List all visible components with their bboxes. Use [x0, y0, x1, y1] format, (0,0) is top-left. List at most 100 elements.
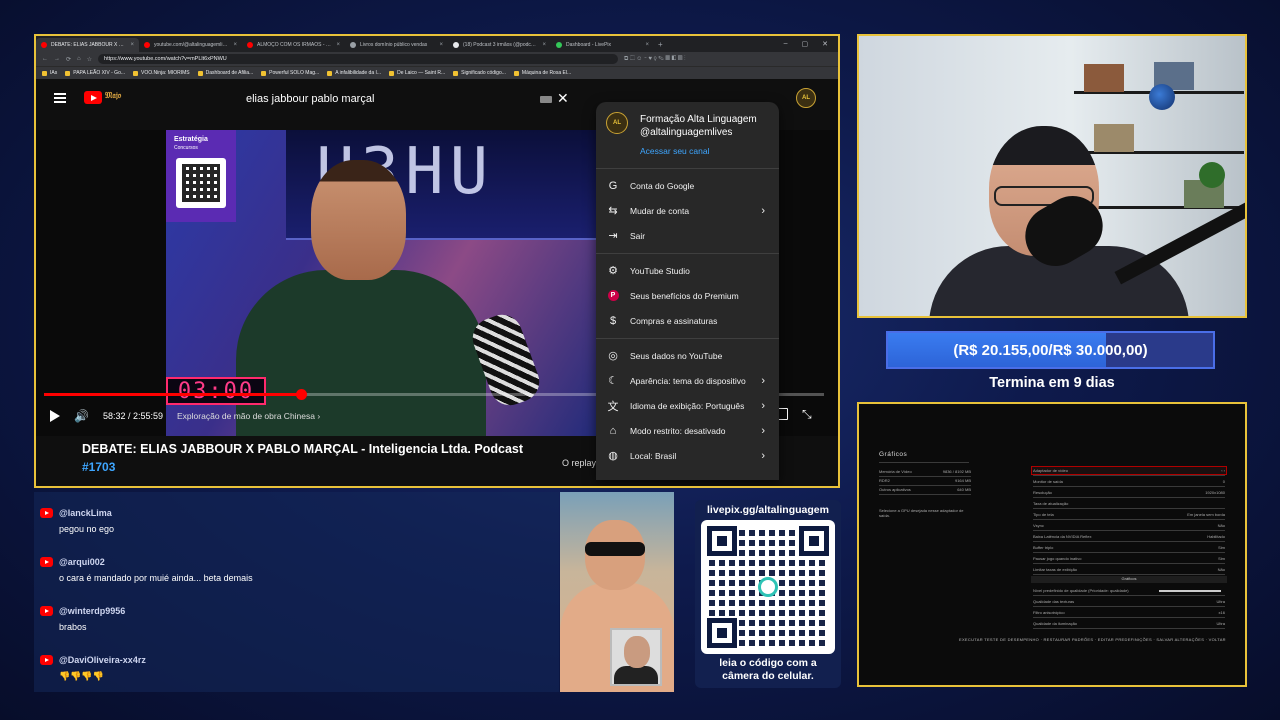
bookmark-item[interactable]: A infalibilidade da I...	[327, 70, 381, 76]
bookmark-item[interactable]: IAs	[42, 70, 57, 76]
bookmark-item[interactable]: VOO.Ninja: MIORIMS	[133, 70, 190, 76]
video-hashtag[interactable]: #1703	[82, 460, 115, 474]
chat-text: o cara é mandado por muié ainda... beta …	[59, 573, 253, 583]
bookmark-icon	[453, 70, 459, 76]
bookmark-icon	[65, 70, 71, 76]
chat-username: @arqui002	[59, 557, 105, 567]
tab-close-icon[interactable]: ×	[130, 42, 134, 48]
sign-out-icon: ⇥	[608, 230, 618, 242]
setting-label: Qualidade das texturas	[1033, 599, 1075, 604]
bookmark-star-icon[interactable]: ☆	[87, 56, 92, 63]
goal-ends: Termina em 9 dias	[989, 375, 1115, 391]
bookmark-label: Powerful SOLO Mag...	[269, 70, 320, 76]
menu-item[interactable]: P Seus benefícios do Premium	[596, 283, 779, 308]
account-avatar[interactable]: AL	[796, 88, 816, 108]
browser-tab[interactable]: Dashboard - LivePix ×	[551, 38, 654, 52]
video-frame: U3HU Estratégia Concursos 03:00	[166, 130, 606, 436]
chapter-title[interactable]: Exploração de mão de obra Chinesa ›	[177, 411, 320, 421]
chat-username: @winterdp9956	[59, 606, 126, 616]
account-name: Formação Alta Linguagem	[640, 114, 757, 125]
home-icon[interactable]: ⌂	[77, 56, 81, 62]
setting-label: Monitor de saída	[1033, 479, 1063, 484]
new-tab-icon[interactable]: +	[658, 40, 663, 49]
url-field[interactable]: https://www.youtube.com/watch?v=mPLlt6xP…	[98, 54, 619, 64]
bookmark-label: A infalibilidade da I...	[335, 70, 382, 76]
menu-item[interactable]: ☾ Aparência: tema do dispositivo ›	[596, 368, 779, 393]
data-icon: ◎	[608, 350, 618, 362]
menu-item-label: YouTube Studio	[630, 265, 690, 276]
bookmark-item[interactable]: Máquina de Rosa El...	[513, 70, 571, 76]
premium-badge: P	[607, 290, 619, 301]
bookmark-label: Significado código...	[461, 70, 506, 76]
bookmark-item[interactable]: Dashboard de Afilia...	[197, 70, 253, 76]
minimize-icon[interactable]: –	[784, 40, 788, 48]
menu-item[interactable]: G Conta do Google	[596, 173, 779, 198]
youtube-doodle[interactable]: 𝔐𝔞𝔧𝔬	[105, 91, 121, 101]
volume-icon[interactable]: 🔊	[74, 409, 89, 423]
bookmarks-bar: IAs PAPA LEÃO XIV - Go... VOO.Ninja: MIORI…	[36, 66, 838, 79]
tab-close-icon[interactable]: ×	[233, 42, 237, 48]
language-icon: 文	[607, 400, 619, 413]
search-input[interactable]: elias jabbour pablo marçal	[236, 88, 576, 110]
row-divider	[1033, 497, 1225, 498]
menu-item[interactable]: $ Compras e assinaturas	[596, 308, 779, 333]
setting-value: Não	[1217, 523, 1225, 528]
chat-text: pegou no ego	[59, 524, 115, 534]
clear-search-icon[interactable]: ✕	[557, 90, 569, 107]
tab-close-icon[interactable]: ×	[542, 42, 546, 48]
setting-value: Em janela sem borda	[1187, 512, 1225, 517]
tab-favicon-icon	[556, 42, 562, 48]
row-divider	[1033, 508, 1225, 509]
search-value: elias jabbour pablo marçal	[246, 93, 375, 105]
tab-close-icon[interactable]: ×	[439, 42, 443, 48]
bookmark-item[interactable]: PAPA LEÃO XIV - Go...	[65, 70, 125, 76]
bookmark-item[interactable]: Significado código...	[453, 70, 506, 76]
settings-title: Gráficos	[879, 451, 908, 458]
menu-item[interactable]: ⌂ Modo restrito: desativado ›	[596, 418, 779, 443]
studio-clock: 03:00	[166, 377, 266, 405]
youtube-logo[interactable]	[84, 91, 102, 104]
browser-tab[interactable]: ALMOÇO COM OS IRMÃOS - CONVI ×	[242, 38, 345, 52]
sponsor-name: Estratégia	[174, 136, 208, 143]
tab-close-icon[interactable]: ×	[336, 42, 340, 48]
quality-slider[interactable]	[1159, 590, 1221, 592]
browser-tab[interactable]: youtube.com/@altalinguagemlives ×	[139, 38, 242, 52]
forward-icon[interactable]: →	[54, 56, 60, 62]
tab-close-icon[interactable]: ×	[645, 42, 649, 48]
play-icon[interactable]	[50, 410, 60, 422]
settings-note: Selecione a GPU desejada nesse adaptador…	[879, 508, 964, 518]
keyboard-icon[interactable]	[540, 96, 552, 103]
inset-face	[624, 636, 650, 668]
tab-title: Dashboard - LivePix	[566, 42, 612, 48]
bookmark-item[interactable]: De Laico — Saint R...	[389, 70, 445, 76]
back-icon[interactable]: ←	[42, 56, 48, 62]
close-window-icon[interactable]: ✕	[822, 40, 828, 48]
row-divider	[879, 476, 971, 477]
menu-item[interactable]: ⇥ Sair	[596, 223, 779, 248]
row-divider	[1033, 475, 1225, 476]
reload-icon[interactable]: ⟳	[66, 56, 71, 63]
menu-item[interactable]: ◎ Seus dados no YouTube	[596, 343, 779, 368]
maximize-icon[interactable]: ▢	[802, 40, 809, 48]
menu-item[interactable]: 文 Idioma de exibição: Português ›	[596, 393, 779, 418]
studio-icon: ⚙	[608, 265, 618, 277]
setting-label: Pausar jogo quando inativo	[1033, 556, 1082, 561]
fullscreen-icon[interactable]: ⤡	[802, 407, 812, 422]
channel-link[interactable]: Acessar seu canal	[640, 146, 709, 156]
browser-tab[interactable]: Livros domínio público vendas ×	[345, 38, 448, 52]
browser-tab[interactable]: DEBATE: ELIAS JABBOUR X PABLO ×	[36, 38, 139, 52]
setting-value: Sim	[1218, 556, 1225, 561]
row-divider	[1033, 574, 1225, 575]
miniplayer-icon[interactable]	[778, 408, 788, 420]
tab-favicon-icon	[41, 42, 47, 48]
qr-finder	[707, 526, 737, 556]
menu-icon[interactable]	[54, 93, 66, 103]
bookmark-item[interactable]: Powerful SOLO Mag...	[261, 70, 319, 76]
live-chat: @lanckLima pegou no ego @arqui002 o cara é …	[34, 492, 559, 692]
browser-tab[interactable]: (18) Podcast 3 irmãos (@podcast3irm ×	[448, 38, 551, 52]
bookmark-label: PAPA LEÃO XIV - Go...	[73, 70, 126, 76]
menu-item[interactable]: ⇆ Mudar de conta ›	[596, 198, 779, 223]
menu-item[interactable]: ⚙ YouTube Studio	[596, 258, 779, 283]
extensions-icon[interactable]: ⧉ ⬚ ☺ ⌁ ♥ ⚲ ✎ ▦ ◧ ▤ ⋮	[624, 56, 686, 63]
menu-item[interactable]: ◍ Local: Brasil ›	[596, 443, 779, 468]
